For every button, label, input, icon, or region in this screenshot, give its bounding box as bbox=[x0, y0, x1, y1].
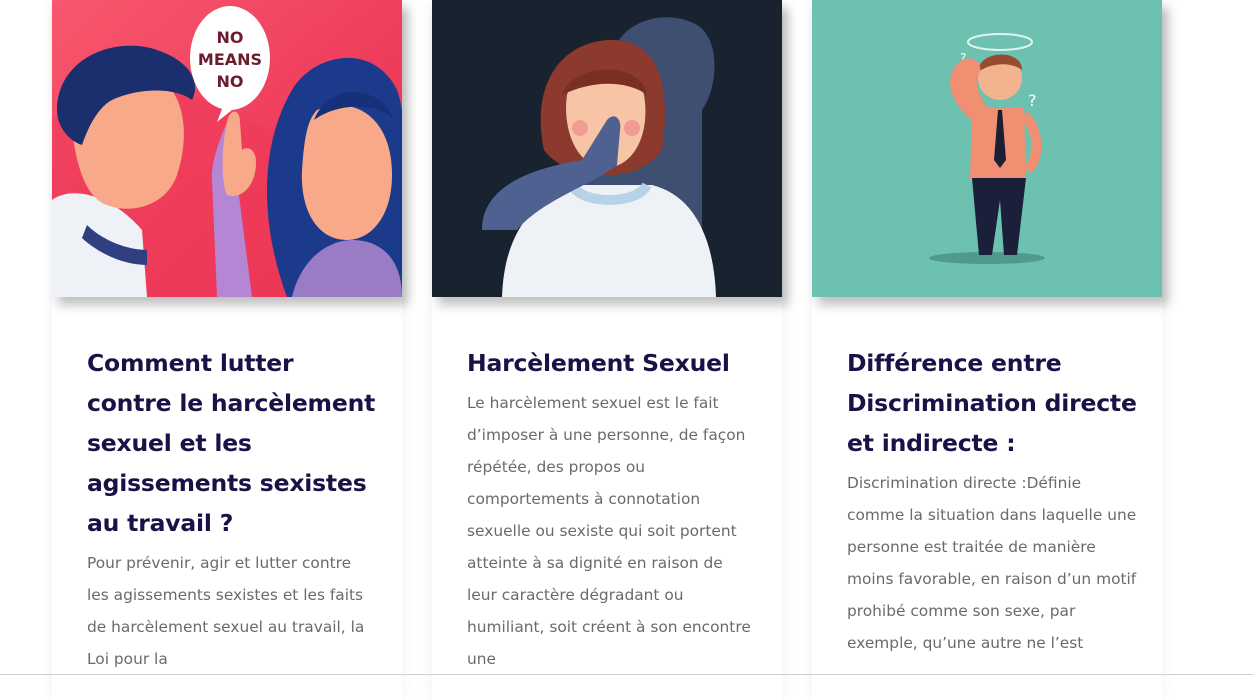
bubble-text-2: MEANS bbox=[198, 50, 262, 69]
article-excerpt: Discrimination directe :Définie comme la… bbox=[847, 474, 1137, 652]
article-title[interactable]: Harcèlement Sexuel bbox=[467, 343, 757, 383]
bubble-text-3: NO bbox=[217, 72, 244, 91]
article-card: Harcèlement Sexuel Le harcèlement sexuel… bbox=[432, 0, 782, 700]
article-image[interactable]: ? ? bbox=[812, 0, 1162, 297]
bubble-text-1: NO bbox=[217, 28, 244, 47]
article-title[interactable]: Différence entre Discrimination directe … bbox=[847, 343, 1137, 463]
article-image[interactable] bbox=[432, 0, 782, 297]
article-title[interactable]: Comment lutter contre le harcèlement sex… bbox=[87, 343, 377, 543]
article-image[interactable]: NO MEANS NO bbox=[52, 0, 402, 297]
svg-text:?: ? bbox=[1028, 91, 1037, 110]
article-card: NO MEANS NO Comment lutter contre le har… bbox=[52, 0, 402, 700]
article-card: ? ? Différence entre Discrimination dire… bbox=[812, 0, 1162, 700]
article-excerpt: Pour prévenir, agir et lutter contre les… bbox=[87, 554, 365, 668]
article-excerpt: Le harcèlement sexuel est le fait d’impo… bbox=[467, 394, 751, 668]
